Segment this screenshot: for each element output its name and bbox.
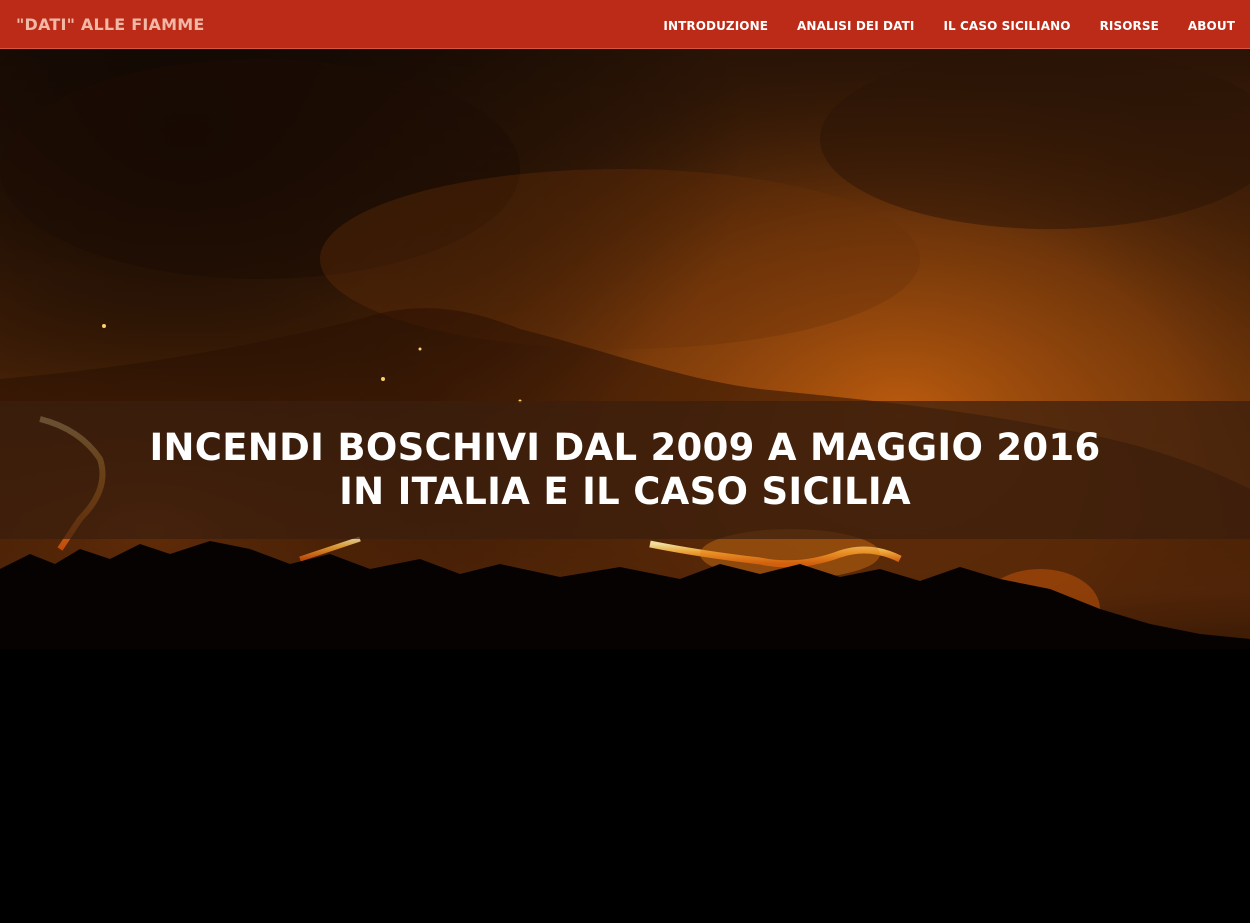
nav-link-analisi-dei-dati[interactable]: ANALISI DEI DATI	[797, 19, 914, 33]
hero-title: INCENDI BOSCHIVI DAL 2009 A MAGGIO 2016 …	[149, 426, 1101, 513]
nav-link-risorse[interactable]: RISORSE	[1100, 19, 1159, 33]
nav-link-il-caso-siciliano[interactable]: IL CASO SICILIANO	[943, 19, 1070, 33]
nav-menu: INTRODUZIONE ANALISI DEI DATI IL CASO SI…	[663, 15, 1235, 34]
nav-link-about[interactable]: ABOUT	[1188, 19, 1235, 33]
top-navbar: "DATI" ALLE FIAMME INTRODUZIONE ANALISI …	[0, 0, 1250, 49]
nav-link-introduzione[interactable]: INTRODUZIONE	[663, 19, 768, 33]
brand-link[interactable]: "DATI" ALLE FIAMME	[16, 15, 204, 34]
hero-title-band: INCENDI BOSCHIVI DAL 2009 A MAGGIO 2016 …	[0, 401, 1250, 539]
hero-section: INCENDI BOSCHIVI DAL 2009 A MAGGIO 2016 …	[0, 49, 1250, 923]
